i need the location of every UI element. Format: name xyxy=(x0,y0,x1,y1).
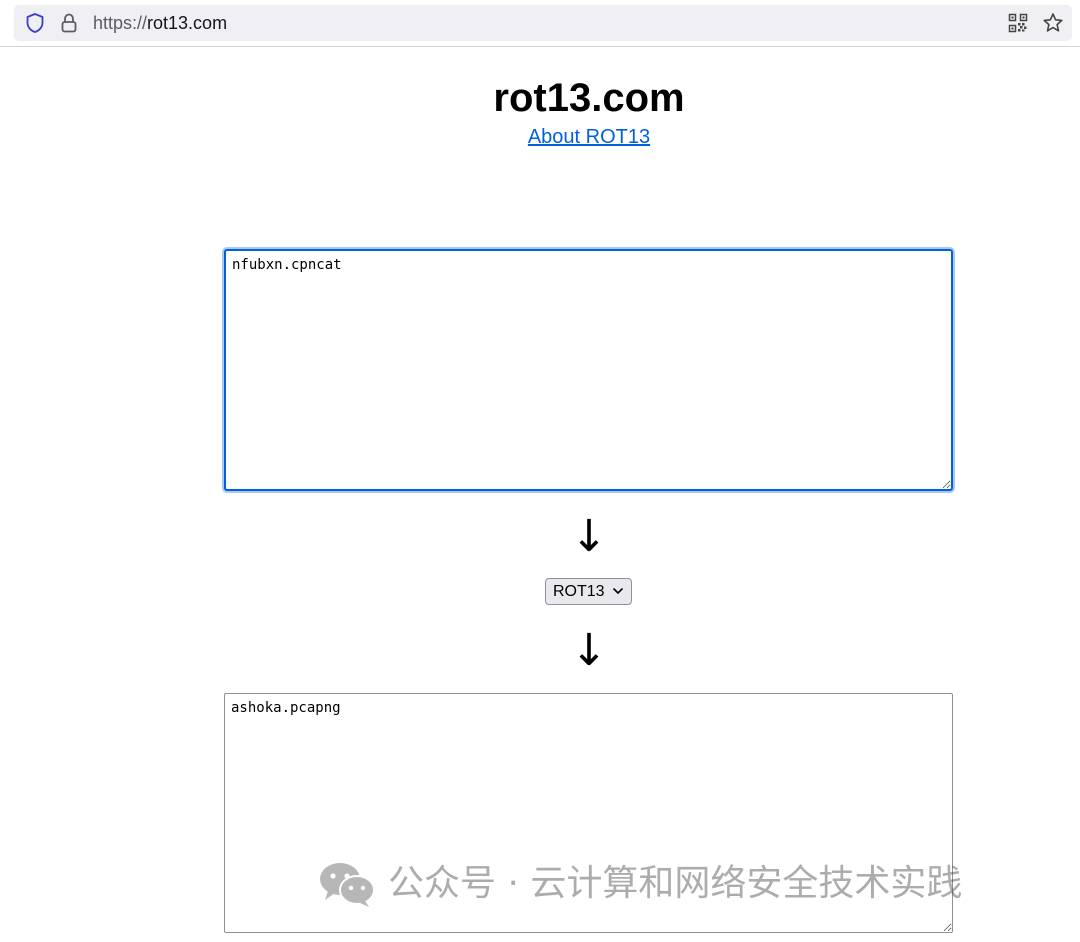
input-textarea[interactable]: nfubxn.cpncat xyxy=(224,249,953,491)
lock-icon[interactable] xyxy=(59,12,79,34)
url-host: rot13.com xyxy=(147,13,228,33)
url-scheme: https:// xyxy=(93,13,148,33)
bookmark-star-icon[interactable] xyxy=(1042,12,1064,34)
cipher-select[interactable]: ROT13 xyxy=(545,578,632,605)
down-arrow-icon: ↓ xyxy=(570,511,608,562)
url-text[interactable]: https://rot13.com xyxy=(93,12,227,34)
output-textarea[interactable]: ashoka.pcapng xyxy=(224,693,953,933)
chrome-divider xyxy=(0,46,1080,47)
about-rot13-link[interactable]: About ROT13 xyxy=(528,126,650,148)
cipher-select-value: ROT13 xyxy=(553,583,605,600)
page-title: rot13.com xyxy=(493,76,685,120)
down-arrow-icon: ↓ xyxy=(570,625,608,676)
shield-icon[interactable] xyxy=(24,12,46,34)
qr-code-icon[interactable] xyxy=(1008,13,1028,33)
about-link-container: About ROT13 xyxy=(0,125,1080,149)
chevron-down-icon xyxy=(613,588,623,594)
